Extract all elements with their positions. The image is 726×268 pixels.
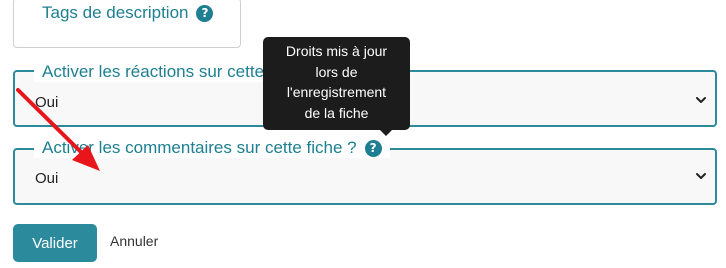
tooltip-line: de la fiche: [304, 104, 369, 121]
tooltip-pointer: [380, 130, 392, 136]
cancel-link[interactable]: Annuler: [110, 233, 158, 249]
tags-label: Tags de description: [42, 3, 189, 22]
chevron-down-icon: [696, 97, 706, 103]
comments-legend: Activer les commentaires sur cette fiche…: [34, 138, 390, 158]
reactions-selected-value: Oui: [35, 94, 59, 111]
chevron-down-icon: [696, 173, 706, 179]
tags-legend: Tags de description ?: [34, 3, 222, 23]
tooltip: Droits mis à jour lors de l'enregistreme…: [263, 37, 410, 130]
help-icon[interactable]: ?: [364, 139, 382, 157]
tooltip-line: l'enregistrement: [286, 84, 387, 100]
comments-selected-value: Oui: [35, 170, 59, 187]
form-page: Tags de description ? Oui Activer les ré…: [0, 0, 726, 268]
tooltip-line: Droits mis à jour: [285, 43, 388, 59]
validate-button[interactable]: Valider: [13, 224, 97, 262]
comments-label: Activer les commentaires sur cette fiche…: [42, 138, 357, 157]
help-icon[interactable]: ?: [196, 4, 214, 22]
tooltip-line: lors de: [315, 63, 358, 80]
